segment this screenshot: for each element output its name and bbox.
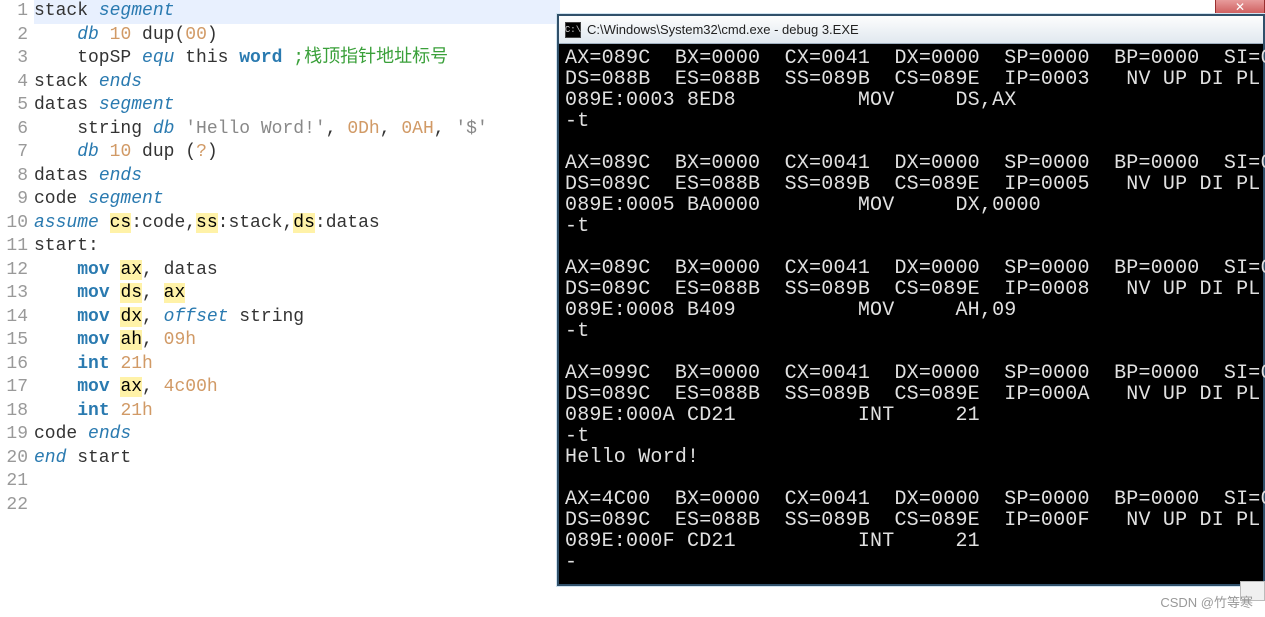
cmd-line: DS=089C ES=088B SS=089B CS=089E IP=0005 … <box>565 174 1257 195</box>
cmd-blank <box>565 237 1257 258</box>
cmd-line: DS=089C ES=088B SS=089B CS=089E IP=000F … <box>565 510 1257 531</box>
cmd-line: 089E:0003 8ED8 MOV DS,AX <box>565 90 1257 111</box>
code-editor[interactable]: 12345678910111213141516171819202122 stac… <box>0 0 560 617</box>
code-line[interactable]: end start <box>34 447 560 471</box>
code-line[interactable]: int 21h <box>34 400 560 424</box>
cmd-icon: C:\ <box>565 22 581 38</box>
line-number: 20 <box>0 447 28 471</box>
cmd-output[interactable]: AX=089C BX=0000 CX=0041 DX=0000 SP=0000 … <box>559 44 1263 584</box>
line-number: 15 <box>0 329 28 353</box>
code-line[interactable]: string db 'Hello Word!', 0Dh, 0AH, '$' <box>34 118 560 142</box>
line-gutter: 12345678910111213141516171819202122 <box>0 0 34 617</box>
code-line[interactable]: db 10 dup (?) <box>34 141 560 165</box>
code-line[interactable]: code ends <box>34 423 560 447</box>
cmd-line: AX=099C BX=0000 CX=0041 DX=0000 SP=0000 … <box>565 363 1257 384</box>
line-number: 4 <box>0 71 28 95</box>
line-number: 10 <box>0 212 28 236</box>
cmd-line: AX=089C BX=0000 CX=0041 DX=0000 SP=0000 … <box>565 153 1257 174</box>
code-line[interactable]: stack segment <box>34 0 560 24</box>
cmd-prompt: -t <box>565 426 1257 447</box>
line-number: 21 <box>0 470 28 494</box>
line-number: 3 <box>0 47 28 71</box>
cmd-prompt: -t <box>565 111 1257 132</box>
line-number: 8 <box>0 165 28 189</box>
line-number: 18 <box>0 400 28 424</box>
line-number: 6 <box>0 118 28 142</box>
cmd-blank <box>565 468 1257 489</box>
code-line[interactable]: stack ends <box>34 71 560 95</box>
code-line[interactable]: db 10 dup(00) <box>34 24 560 48</box>
code-line[interactable] <box>34 470 560 494</box>
line-number: 19 <box>0 423 28 447</box>
line-number: 16 <box>0 353 28 377</box>
code-line[interactable]: mov ax, datas <box>34 259 560 283</box>
line-number: 14 <box>0 306 28 330</box>
code-line[interactable] <box>34 494 560 518</box>
code-line[interactable]: assume cs:code,ss:stack,ds:datas <box>34 212 560 236</box>
cmd-prompt: -t <box>565 321 1257 342</box>
cmd-blank <box>565 342 1257 363</box>
line-number: 17 <box>0 376 28 400</box>
cmd-line: 089E:000F CD21 INT 21 <box>565 531 1257 552</box>
cmd-title-text: C:\Windows\System32\cmd.exe - debug 3.EX… <box>587 22 859 37</box>
code-line[interactable]: mov ds, ax <box>34 282 560 306</box>
code-line[interactable]: datas segment <box>34 94 560 118</box>
code-line[interactable]: mov ah, 09h <box>34 329 560 353</box>
line-number: 5 <box>0 94 28 118</box>
code-line[interactable]: start: <box>34 235 560 259</box>
line-number: 11 <box>0 235 28 259</box>
code-line[interactable]: code segment <box>34 188 560 212</box>
line-number: 22 <box>0 494 28 518</box>
cmd-line: 089E:0005 BA0000 MOV DX,0000 <box>565 195 1257 216</box>
code-line[interactable]: int 21h <box>34 353 560 377</box>
code-line[interactable]: mov dx, offset string <box>34 306 560 330</box>
line-number: 12 <box>0 259 28 283</box>
watermark: CSDN @竹等寒 <box>1160 592 1253 611</box>
cmd-line: AX=089C BX=0000 CX=0041 DX=0000 SP=0000 … <box>565 48 1257 69</box>
cmd-line: 089E:0008 B409 MOV AH,09 <box>565 300 1257 321</box>
line-number: 2 <box>0 24 28 48</box>
code-line[interactable]: mov ax, 4c00h <box>34 376 560 400</box>
code-area[interactable]: stack segment db 10 dup(00) topSP equ th… <box>34 0 560 617</box>
cmd-line: DS=089C ES=088B SS=089B CS=089E IP=0008 … <box>565 279 1257 300</box>
cmd-line: AX=4C00 BX=0000 CX=0041 DX=0000 SP=0000 … <box>565 489 1257 510</box>
cmd-output-line: Hello Word! <box>565 447 1257 468</box>
cmd-line: DS=088B ES=088B SS=089B CS=089E IP=0003 … <box>565 69 1257 90</box>
cmd-prompt: - <box>565 552 1257 573</box>
line-number: 13 <box>0 282 28 306</box>
code-line[interactable]: datas ends <box>34 165 560 189</box>
line-number: 1 <box>0 0 28 24</box>
cmd-line: DS=089C ES=088B SS=089B CS=089E IP=000A … <box>565 384 1257 405</box>
cmd-blank <box>565 132 1257 153</box>
cmd-prompt: -t <box>565 216 1257 237</box>
cmd-title-bar[interactable]: C:\ C:\Windows\System32\cmd.exe - debug … <box>559 16 1263 44</box>
cmd-window[interactable]: C:\ C:\Windows\System32\cmd.exe - debug … <box>557 14 1265 586</box>
code-line[interactable]: topSP equ this word ;栈顶指针地址标号 <box>34 47 560 71</box>
line-number: 9 <box>0 188 28 212</box>
cmd-line: 089E:000A CD21 INT 21 <box>565 405 1257 426</box>
cmd-line: AX=089C BX=0000 CX=0041 DX=0000 SP=0000 … <box>565 258 1257 279</box>
line-number: 7 <box>0 141 28 165</box>
